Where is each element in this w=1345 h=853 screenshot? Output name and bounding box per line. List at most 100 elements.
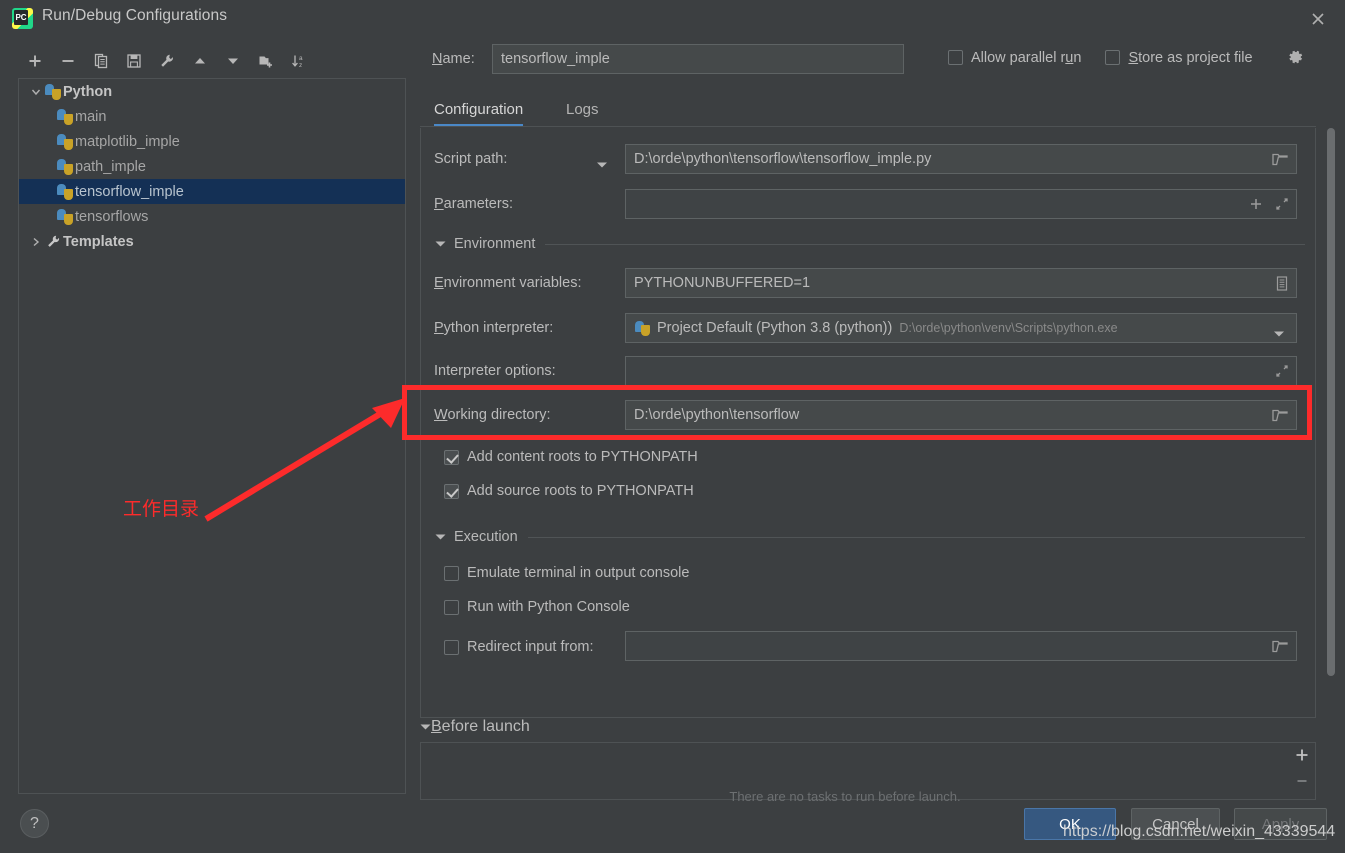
checkbox-box — [444, 599, 459, 615]
editor-tabs: Configuration Logs — [420, 92, 1325, 128]
add-source-roots-checkbox[interactable]: Add source roots to PYTHONPATH — [444, 483, 694, 499]
tab-logs[interactable]: Logs — [566, 92, 599, 126]
before-launch-section-header[interactable]: Before launch — [420, 716, 1316, 738]
store-as-project-file-label: Store as project file — [1128, 49, 1253, 66]
interpreter-options-label: Interpreter options: — [434, 363, 556, 379]
store-as-project-file-checkbox[interactable]: Store as project file — [1105, 49, 1253, 66]
gear-icon[interactable] — [1287, 49, 1304, 66]
top-checkboxes: Allow parallel run Store as project file — [948, 49, 1304, 66]
allow-parallel-run-checkbox[interactable]: Allow parallel run — [948, 50, 1081, 66]
python-icon — [45, 83, 61, 100]
configuration-editor: Name: tensorflow_imple Allow parallel ru… — [420, 44, 1325, 804]
script-path-label: Script path: — [434, 151, 508, 167]
python-interpreter-path: D:\orde\python\venv\Scripts\python.exe — [899, 321, 1118, 335]
python-interpreter-value: Project Default (Python 3.8 (python)) — [657, 320, 893, 336]
checkbox-box — [948, 50, 963, 65]
tree-node-path-imple[interactable]: path_imple — [19, 154, 405, 179]
tree-node-templates[interactable]: Templates — [19, 229, 405, 254]
left-edge-spacer — [0, 74, 5, 814]
script-path-mode-dropdown-icon[interactable] — [596, 156, 608, 174]
tree-node-tensorflows[interactable]: tensorflows — [19, 204, 405, 229]
tree-node-tensorflow-imple[interactable]: tensorflow_imple — [19, 179, 405, 204]
working-directory-label: Working directory: — [434, 407, 551, 423]
sort-alphabetically-button[interactable]: a z — [282, 47, 315, 75]
tree-node-label: matplotlib_imple — [75, 133, 180, 150]
configurations-tree[interactable]: Python main matplotlib_imple path_imple … — [18, 78, 406, 794]
run-with-python-console-label: Run with Python Console — [467, 599, 630, 615]
watermark-text: https://blog.csdn.net/weixin_43339544 — [1063, 823, 1336, 840]
move-down-button[interactable] — [216, 47, 249, 75]
checkbox-box — [444, 639, 459, 655]
python-interpreter-dropdown[interactable]: Project Default (Python 3.8 (python)) D:… — [625, 313, 1297, 343]
tab-configuration[interactable]: Configuration — [434, 92, 524, 126]
expand-icon[interactable] — [1273, 196, 1291, 212]
emulate-terminal-label: Emulate terminal in output console — [467, 565, 690, 581]
add-content-roots-checkbox[interactable]: Add content roots to PYTHONPATH — [444, 449, 698, 465]
interpreter-options-input[interactable] — [625, 356, 1297, 386]
plus-icon[interactable] — [1247, 196, 1265, 212]
configuration-form: Script path: D:\orde\python\tensorflow\t… — [420, 128, 1316, 718]
redirect-input-label: Redirect input from: — [467, 639, 594, 655]
tree-node-main[interactable]: main — [19, 104, 405, 129]
python-icon — [57, 183, 73, 200]
scrollbar-thumb[interactable] — [1327, 128, 1335, 676]
copy-configuration-button[interactable] — [84, 47, 117, 75]
allow-parallel-run-label: Allow parallel run — [971, 49, 1082, 66]
list-edit-icon[interactable] — [1273, 275, 1291, 291]
save-configuration-button[interactable] — [117, 47, 150, 75]
add-configuration-button[interactable] — [18, 47, 51, 75]
tab-label: Logs — [566, 100, 599, 118]
svg-text:z: z — [299, 62, 302, 69]
environment-variables-input[interactable]: PYTHONUNBUFFERED=1 — [625, 268, 1297, 298]
tree-node-matplotlib-imple[interactable]: matplotlib_imple — [19, 129, 405, 154]
folder-icon[interactable] — [1271, 151, 1289, 167]
emulate-terminal-checkbox[interactable]: Emulate terminal in output console — [444, 565, 689, 581]
run-with-python-console-checkbox[interactable]: Run with Python Console — [444, 599, 630, 615]
tree-toolbar: a z — [18, 46, 418, 76]
working-directory-input[interactable]: D:\orde\python\tensorflow — [625, 400, 1297, 430]
new-folder-button[interactable] — [249, 47, 282, 75]
remove-task-button[interactable] — [1287, 768, 1317, 794]
environment-section-header[interactable]: Environment — [421, 233, 1315, 255]
add-task-button[interactable] — [1287, 742, 1317, 768]
chevron-down-icon[interactable] — [27, 86, 45, 98]
name-input[interactable]: tensorflow_imple — [492, 44, 904, 74]
move-up-button[interactable] — [183, 47, 216, 75]
parameters-label: Parameters: — [434, 196, 513, 212]
vertical-scrollbar[interactable] — [1326, 128, 1336, 676]
add-content-roots-label: Add content roots to PYTHONPATH — [467, 449, 698, 465]
tree-node-python[interactable]: Python — [19, 79, 405, 104]
tree-node-label: Python — [63, 83, 113, 100]
triangle-down-icon — [420, 718, 431, 736]
folder-icon[interactable] — [1271, 407, 1289, 423]
name-row: Name: tensorflow_imple Allow parallel ru… — [420, 44, 1325, 76]
pycharm-logo-icon: PC — [12, 8, 33, 29]
script-path-input[interactable]: D:\orde\python\tensorflow\tensorflow_imp… — [625, 144, 1297, 174]
before-launch-task-list[interactable]: There are no tasks to run before launch. — [420, 742, 1316, 801]
help-button[interactable]: ? — [20, 809, 49, 838]
checkbox-box — [444, 565, 459, 581]
expand-icon[interactable] — [1273, 363, 1291, 379]
python-interpreter-label: Python interpreter: — [434, 320, 554, 336]
checkbox-box — [1105, 50, 1121, 65]
pycharm-logo-text: PC — [14, 10, 28, 25]
folder-icon[interactable] — [1271, 638, 1289, 654]
python-icon — [57, 158, 73, 175]
redirect-input-row: Redirect input from: — [421, 631, 1315, 663]
edit-templates-button[interactable] — [150, 47, 183, 75]
python-icon — [57, 133, 73, 150]
execution-section-header[interactable]: Execution — [421, 526, 1315, 548]
remove-configuration-button[interactable] — [51, 47, 84, 75]
chevron-right-icon[interactable] — [27, 236, 45, 248]
parameters-input[interactable] — [625, 189, 1297, 219]
add-source-roots-row: Add source roots to PYTHONPATH — [421, 478, 694, 504]
triangle-down-icon — [435, 240, 446, 248]
checkbox-box — [444, 483, 459, 499]
chevron-down-icon[interactable] — [1273, 325, 1285, 343]
redirect-input-path-input[interactable] — [625, 631, 1297, 661]
section-rule — [545, 243, 1305, 245]
close-icon[interactable] — [1305, 6, 1331, 32]
checkbox-box — [444, 449, 459, 465]
run-with-python-console-row: Run with Python Console — [421, 594, 630, 620]
redirect-input-checkbox[interactable]: Redirect input from: — [444, 639, 594, 655]
